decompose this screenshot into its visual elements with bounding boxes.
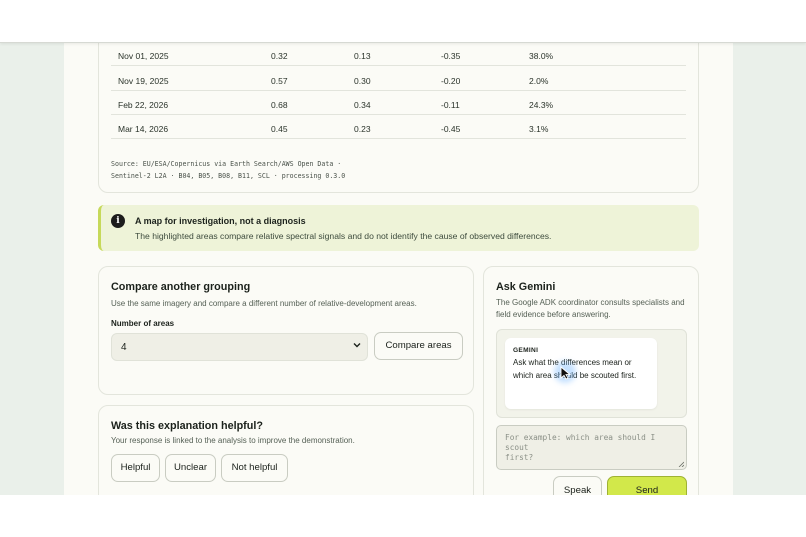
compare-subtitle: Use the same imagery and compare a diffe… [111,299,417,308]
question-input[interactable]: For example: which area should I scout f… [496,425,687,470]
results-table: Nov 01, 2025 0.32 0.13 -0.35 38.0% Nov 1… [98,43,699,193]
cell-value: 0.34 [354,100,371,110]
data-source-note: Source: EU/ESA/Copernicus via Earth Sear… [111,158,671,182]
table-row: Mar 14, 2026 0.45 0.23 -0.45 3.1% [111,115,686,139]
gemini-subtitle: The Google ADK coordinator consults spec… [496,297,685,321]
cell-percent: 24.3% [529,100,554,110]
source-line: Sentinel-2 L2A · B04, B05, B08, B11, SCL… [111,172,346,180]
cell-percent: 3.1% [529,124,549,134]
mouse-pointer-icon [560,366,572,380]
select-value: 4 [121,342,127,353]
source-line: Source: EU/ESA/Copernicus via Earth Sear… [111,160,342,168]
feedback-title: Was this explanation helpful? [111,420,263,432]
cell-value: -0.20 [441,76,461,86]
compare-grouping-card: Compare another grouping Use the same im… [98,266,474,395]
subtitle-line: field evidence before answering. [496,310,611,319]
notice-title: A map for investigation, not a diagnosis [135,216,306,226]
not-helpful-button[interactable]: Not helpful [221,454,288,482]
number-of-areas-select[interactable]: 4 [111,333,368,361]
cell-value: 0.30 [354,76,371,86]
cell-value: 0.57 [271,76,288,86]
cell-percent: 2.0% [529,76,549,86]
cell-date: Mar 14, 2026 [118,124,169,134]
compare-title: Compare another grouping [111,281,251,293]
resize-grip-icon[interactable] [678,461,684,467]
table-row: Feb 22, 2026 0.68 0.34 -0.11 24.3% [111,91,686,115]
cell-value: 0.68 [271,100,288,110]
compare-areas-button[interactable]: Compare areas [374,332,463,360]
browser-bottom-bar [0,495,806,537]
ask-gemini-card: Ask Gemini The Google ADK coordinator co… [483,266,699,495]
page-content: Nov 01, 2025 0.32 0.13 -0.35 38.0% Nov 1… [64,43,733,495]
unclear-button[interactable]: Unclear [165,454,216,482]
cell-value: -0.35 [441,51,461,61]
cell-value: 0.23 [354,124,371,134]
table-row: Nov 01, 2025 0.32 0.13 -0.35 38.0% [111,43,686,66]
gemini-title: Ask Gemini [496,281,556,293]
assistant-message: GEMINI Ask what the differences mean or … [505,338,657,409]
cell-value: 0.45 [271,124,288,134]
subtitle-line: The Google ADK coordinator consults spec… [496,298,685,307]
browser-top-bar [0,0,806,43]
feedback-card: Was this explanation helpful? Your respo… [98,405,474,495]
cell-value: 0.13 [354,51,371,61]
cell-percent: 38.0% [529,51,554,61]
number-of-areas-label: Number of areas [111,319,175,328]
cell-date: Nov 19, 2025 [118,76,169,86]
speak-button[interactable]: Speak [553,476,602,495]
cell-date: Feb 22, 2026 [118,100,169,110]
message-line: Ask what the differences mean or [513,358,632,367]
cell-value: -0.11 [441,100,460,110]
notice-body: The highlighted areas compare relative s… [135,231,552,241]
chat-history[interactable]: GEMINI Ask what the differences mean or … [496,329,687,418]
cell-date: Nov 01, 2025 [118,51,169,61]
cell-value: -0.45 [441,124,461,134]
table-row: Nov 19, 2025 0.57 0.30 -0.20 2.0% [111,67,686,91]
message-sender: GEMINI [513,347,539,354]
helpful-button[interactable]: Helpful [111,454,160,482]
message-text: Ask what the differences mean or which a… [513,357,653,382]
chevron-down-icon [353,343,361,348]
feedback-subtitle: Your response is linked to the analysis … [111,436,355,445]
send-button[interactable]: Send [607,476,687,495]
disclaimer-notice: i A map for investigation, not a diagnos… [98,205,699,251]
info-icon: i [111,214,125,228]
cell-value: 0.32 [271,51,288,61]
placeholder-line: For example: which area should I scout [505,433,656,452]
page-viewport[interactable]: Nov 01, 2025 0.32 0.13 -0.35 38.0% Nov 1… [0,43,806,495]
placeholder-line: first? [505,453,534,462]
message-line: which area should be scouted first. [513,370,637,380]
